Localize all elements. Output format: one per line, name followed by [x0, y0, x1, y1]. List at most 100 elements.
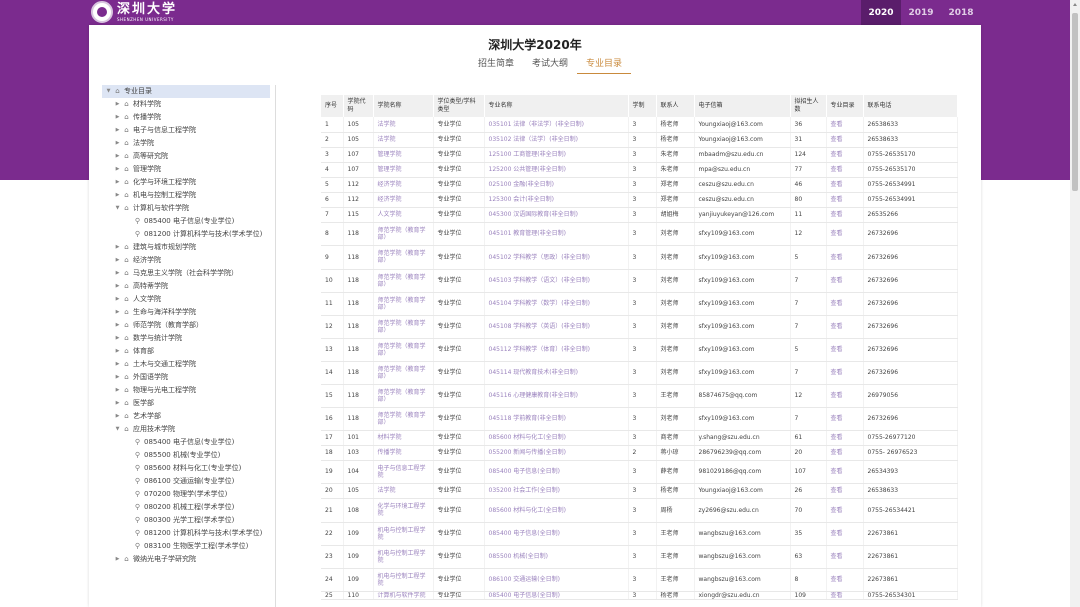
catalog-link-cell[interactable]: 查看 — [826, 460, 864, 484]
catalog-link-cell[interactable]: 查看 — [826, 545, 864, 569]
expand-arrow-icon[interactable]: ▶ — [113, 150, 122, 163]
expand-arrow-icon[interactable]: ▶ — [113, 306, 122, 319]
college-name-cell[interactable]: 计算机与软件学院 — [373, 591, 434, 600]
expand-arrow-icon[interactable]: ▶ — [113, 267, 122, 280]
page-scrollbar[interactable] — [1070, 0, 1080, 607]
year-tab-2020[interactable]: 2020 — [861, 0, 901, 25]
major-name-cell[interactable]: 045103 学科教学（语文）(非全日制) — [484, 269, 629, 293]
catalog-link-cell[interactable]: 查看 — [826, 192, 864, 208]
catalog-link-cell[interactable]: 查看 — [826, 498, 864, 523]
year-tab-2019[interactable]: 2019 — [901, 0, 941, 25]
tree-college-node[interactable]: ▶ ⌂ 生命与海洋科学学院 — [102, 306, 270, 319]
major-name-cell[interactable]: 035102 法律（法学）(非全日制) — [484, 132, 629, 148]
tree-major-node[interactable]: ⚲ 081200 计算机科学与技术(学术学位) — [102, 228, 270, 241]
tree-college-node[interactable]: ▶ ⌂ 物理与光电工程学院 — [102, 384, 270, 397]
catalog-link-cell[interactable]: 查看 — [826, 177, 864, 193]
expand-arrow-icon[interactable]: ▶ — [113, 371, 122, 384]
expand-arrow-icon[interactable]: ▶ — [113, 124, 122, 137]
catalog-link-cell[interactable]: 查看 — [826, 522, 864, 546]
catalog-link-cell[interactable]: 查看 — [826, 162, 864, 178]
college-name-cell[interactable]: 师范学院（教育学部） — [373, 338, 434, 362]
university-logo[interactable]: 深圳大学 SHENZHEN UNIVERSITY — [91, 1, 177, 23]
tree-college-node[interactable]: ▶ ⌂ 传播学院 — [102, 111, 270, 124]
tree-college-node[interactable]: ▶ ⌂ 数学与统计学院 — [102, 332, 270, 345]
major-name-cell[interactable]: 055200 新闻与传播(全日制) — [484, 445, 629, 461]
major-name-cell[interactable]: 085400 电子信息(全日制) — [484, 591, 629, 600]
tree-major-node[interactable]: ⚲ 080300 光学工程(学术学位) — [102, 514, 270, 527]
expand-arrow-icon[interactable]: ▶ — [113, 345, 122, 358]
major-name-cell[interactable]: 085600 材料与化工(全日制) — [484, 430, 629, 446]
tree-college-node[interactable]: ▶ ⌂ 经济学院 — [102, 254, 270, 267]
tree-college-node[interactable]: ▶ ⌂ 马克思主义学院（社会科学学院） — [102, 267, 270, 280]
scroll-thumb[interactable] — [1072, 13, 1078, 191]
college-name-cell[interactable]: 材料学院 — [373, 430, 434, 446]
tree-major-node[interactable]: ⚲ 085400 电子信息(专业学位) — [102, 215, 270, 228]
major-name-cell[interactable]: 035101 法律（非法学）(非全日制) — [484, 117, 629, 133]
major-name-cell[interactable]: 045102 学科教学（思政）(非全日制) — [484, 245, 629, 270]
expand-arrow-icon[interactable]: ▶ — [113, 293, 122, 306]
major-name-cell[interactable]: 035200 社会工作(全日制) — [484, 483, 629, 499]
college-name-cell[interactable]: 经济学院 — [373, 177, 434, 193]
tree-major-node[interactable]: ⚲ 080200 机械工程(学术学位) — [102, 501, 270, 514]
tree-college-node[interactable]: ▶ ⌂ 艺术学部 — [102, 410, 270, 423]
collapse-arrow-icon[interactable]: ▼ — [113, 202, 122, 215]
major-name-cell[interactable]: 085400 电子信息(全日制) — [484, 460, 629, 484]
tree-college-node[interactable]: ▶ ⌂ 管理学院 — [102, 163, 270, 176]
tree-major-node[interactable]: ⚲ 085600 材料与化工(专业学位) — [102, 462, 270, 475]
tree-major-node[interactable]: ⚲ 085400 电子信息(专业学位) — [102, 436, 270, 449]
college-name-cell[interactable]: 机电与控制工程学院 — [373, 545, 434, 569]
expand-arrow-icon[interactable]: ▶ — [113, 98, 122, 111]
tree-college-node[interactable]: ▶ ⌂ 建筑与城市规划学院 — [102, 241, 270, 254]
expand-arrow-icon[interactable]: ▶ — [113, 410, 122, 423]
major-name-cell[interactable]: 085500 机械(全日制) — [484, 545, 629, 569]
catalog-link-cell[interactable]: 查看 — [826, 245, 864, 270]
tree-college-node[interactable]: ▶ ⌂ 法学院 — [102, 137, 270, 150]
college-name-cell[interactable]: 师范学院（教育学部） — [373, 292, 434, 316]
major-name-cell[interactable]: 045104 学科教学（数学）(非全日制) — [484, 292, 629, 316]
tree-major-node[interactable]: ⚲ 081200 计算机科学与技术(学术学位) — [102, 527, 270, 540]
expand-arrow-icon[interactable]: ▶ — [113, 280, 122, 293]
major-name-cell[interactable]: 125100 工商管理(非全日制) — [484, 147, 629, 163]
college-name-cell[interactable]: 师范学院（教育学部） — [373, 269, 434, 293]
tree-root[interactable]: ▼ ⌂ 专业目录 — [102, 85, 270, 98]
college-name-cell[interactable]: 师范学院（教育学部） — [373, 245, 434, 270]
catalog-link-cell[interactable]: 查看 — [826, 430, 864, 446]
major-name-cell[interactable]: 045114 现代教育技术(非全日制) — [484, 361, 629, 385]
catalog-link-cell[interactable]: 查看 — [826, 591, 864, 600]
tree-college-node[interactable]: ▶ ⌂ 高等研究院 — [102, 150, 270, 163]
major-name-cell[interactable]: 025100 金融(非全日制) — [484, 177, 629, 193]
catalog-link-cell[interactable]: 查看 — [826, 292, 864, 316]
major-name-cell[interactable]: 045300 汉语国际教育(非全日制) — [484, 207, 629, 223]
major-name-cell[interactable]: 086100 交通运输(全日制) — [484, 568, 629, 592]
catalog-link-cell[interactable]: 查看 — [826, 315, 864, 339]
college-name-cell[interactable]: 师范学院（教育学部） — [373, 361, 434, 385]
catalog-link-cell[interactable]: 查看 — [826, 407, 864, 431]
tree-college-node[interactable]: ▶ ⌂ 高特蒂学院 — [102, 280, 270, 293]
tab-exam-syllabus[interactable]: 考试大纲 — [523, 57, 577, 74]
college-name-cell[interactable]: 法学院 — [373, 117, 434, 133]
collapse-arrow-icon[interactable]: ▼ — [104, 85, 113, 98]
catalog-link-cell[interactable]: 查看 — [826, 338, 864, 362]
major-name-cell[interactable]: 045116 心理健康教育(非全日制) — [484, 384, 629, 408]
college-name-cell[interactable]: 化学与环境工程学院 — [373, 498, 434, 523]
tree-college-node[interactable]: ▶ ⌂ 外国语学院 — [102, 371, 270, 384]
tree-major-node[interactable]: ⚲ 085500 机械(专业学位) — [102, 449, 270, 462]
expand-arrow-icon[interactable]: ▶ — [113, 358, 122, 371]
major-name-cell[interactable]: 125200 公共管理(非全日制) — [484, 162, 629, 178]
tree-college-node[interactable]: ▼ ⌂ 应用技术学院 — [102, 423, 270, 436]
tree-college-node[interactable]: ▶ ⌂ 材料学院 — [102, 98, 270, 111]
catalog-link-cell[interactable]: 查看 — [826, 117, 864, 133]
tree-college-node[interactable]: ▶ ⌂ 师范学院（教育学部） — [102, 319, 270, 332]
college-name-cell[interactable]: 机电与控制工程学院 — [373, 568, 434, 592]
tree-college-node[interactable]: ▶ ⌂ 土木与交通工程学院 — [102, 358, 270, 371]
catalog-link-cell[interactable]: 查看 — [826, 147, 864, 163]
catalog-link-cell[interactable]: 查看 — [826, 207, 864, 223]
major-name-cell[interactable]: 045118 学前教育(非全日制) — [484, 407, 629, 431]
college-name-cell[interactable]: 机电与控制工程学院 — [373, 522, 434, 546]
major-name-cell[interactable]: 085600 材料与化工(全日制) — [484, 498, 629, 523]
tree-college-node[interactable]: ▶ ⌂ 体育部 — [102, 345, 270, 358]
college-name-cell[interactable]: 师范学院（教育学部） — [373, 407, 434, 431]
tree-major-node[interactable]: ⚲ 086100 交通运输(专业学位) — [102, 475, 270, 488]
major-name-cell[interactable]: 045101 教育管理(非全日制) — [484, 222, 629, 246]
college-name-cell[interactable]: 师范学院（教育学部） — [373, 384, 434, 408]
